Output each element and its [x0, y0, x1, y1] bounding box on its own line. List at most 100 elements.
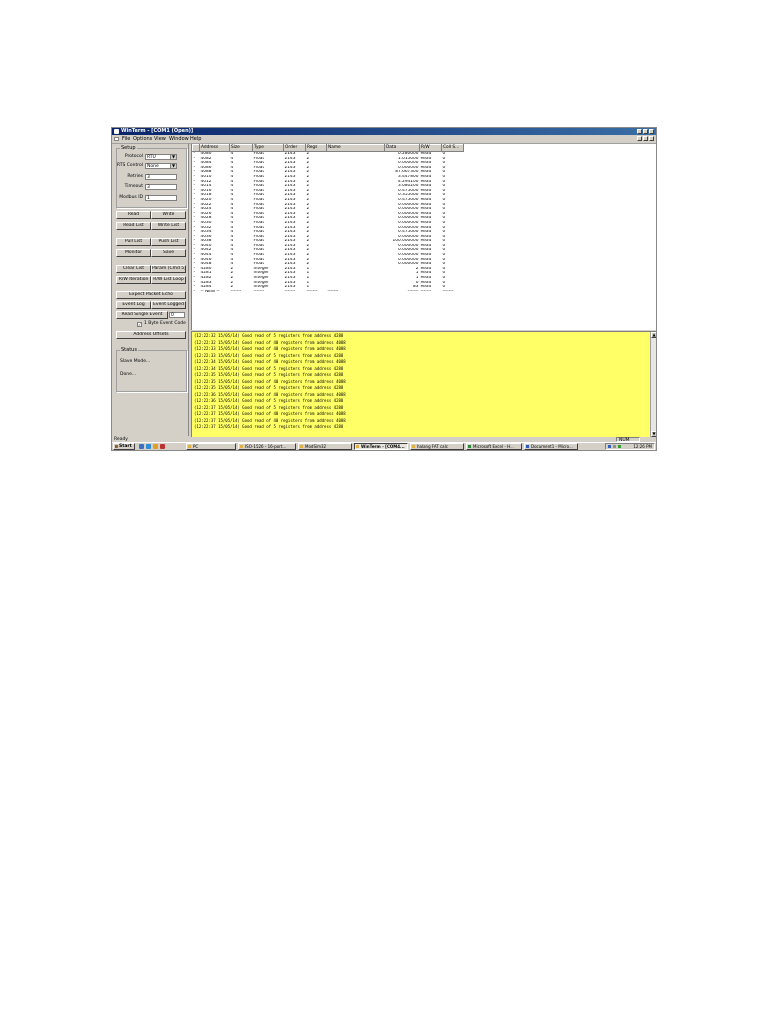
taskbar-item-modsim[interactable]: ModSim32 — [298, 443, 352, 450]
taskbar-item-excel[interactable]: Microsoft Excel - H... — [466, 443, 522, 450]
column-header-name[interactable]: Name — [326, 144, 385, 152]
retries-input[interactable]: 3 — [145, 174, 177, 180]
log-line: (12:22:37 15/05/14) Good read of 40 regi… — [194, 417, 346, 423]
column-header-order[interactable]: Order — [283, 144, 306, 152]
write-button[interactable]: Write — [151, 211, 186, 219]
app-icon — [356, 445, 359, 448]
taskbar-item-label: halang FAT calc — [417, 444, 448, 449]
menu-window[interactable]: Window — [169, 135, 189, 143]
protocol-label: Protocol — [124, 154, 143, 159]
internet-explorer-icon[interactable] — [146, 444, 151, 449]
modbus-id-input[interactable]: 1 — [145, 195, 177, 201]
cell-rw: ------- — [420, 289, 432, 294]
folder-icon[interactable] — [153, 444, 158, 449]
document-icon — [240, 445, 243, 448]
word-icon — [526, 445, 529, 448]
register-table: Address Size Type Order Regs Name Data R… — [192, 144, 464, 294]
log-line: (12:22:32 15/05/14) Good read of 40 regi… — [194, 339, 346, 345]
menu-options[interactable]: Options — [133, 135, 152, 143]
chevron-down-icon[interactable]: ▼ — [170, 155, 176, 159]
status-group: Status — [116, 347, 187, 392]
one-byte-event-checkbox[interactable]: ✓ — [137, 322, 142, 327]
clear-list-button[interactable]: Clear List — [116, 265, 151, 273]
log-line: (12:22:33 15/05/14) Good read of 5 regis… — [194, 352, 344, 358]
log-line: (12:22:36 15/05/14) Good read of 5 regis… — [194, 398, 344, 403]
status-line-done: Done... — [120, 372, 137, 377]
rw-list-loop-button[interactable]: R/W List Loop — [151, 276, 186, 284]
taskbar-item-winterm[interactable]: WinTerm - [COM4... — [354, 443, 408, 450]
read-button[interactable]: Read — [116, 211, 151, 219]
column-header-type[interactable]: Type — [252, 144, 284, 152]
menu-help[interactable]: Help — [190, 135, 201, 143]
event-logged-button[interactable]: Event Logged — [151, 301, 186, 309]
taskbar-item-word[interactable]: Document1 - Micro... — [524, 443, 578, 450]
taskbar-item-pc[interactable]: PC — [186, 443, 236, 450]
taskbar-item-iso[interactable]: ISO-1526 - 16-port... — [238, 443, 296, 450]
mdi-controls — [637, 136, 654, 141]
network-icon[interactable] — [608, 445, 611, 448]
mdi-close-button[interactable] — [649, 136, 654, 141]
document-icon[interactable] — [114, 137, 119, 141]
read-single-event-input[interactable]: 0 — [169, 312, 185, 318]
modbus-id-label: Modbus ID — [119, 195, 143, 200]
log-line: (12:22:34 15/05/14) Good read of 5 regis… — [194, 365, 344, 371]
pull-list-button[interactable]: Pull List — [116, 238, 151, 246]
read-single-event-button[interactable]: Read Single Event — [116, 311, 168, 319]
log-line: (12:22:33 15/05/14) Good read of 40 regi… — [194, 346, 346, 351]
column-header-coll-status[interactable]: Coll S... — [441, 144, 464, 152]
menu-file[interactable]: File — [122, 135, 130, 143]
event-log-button[interactable]: Event Log — [116, 301, 151, 309]
cell-marker: - — [193, 289, 196, 294]
read-list-button[interactable]: Read List — [116, 222, 151, 230]
taskbar-item-halang[interactable]: halang FAT calc — [410, 443, 464, 450]
taskbar-item-label: WinTerm - [COM4... — [361, 444, 405, 449]
address-offsets-button[interactable]: Address Offsets — [116, 331, 186, 339]
start-button[interactable]: Start — [113, 443, 135, 450]
column-header-regs[interactable]: Regs — [305, 144, 327, 152]
protocol-value: RTU — [147, 155, 156, 160]
write-list-button[interactable]: Write List — [151, 222, 186, 230]
table-row[interactable]: - -- NEW -- ------- ------- ------- ------- --… — [193, 290, 464, 295]
log-line: (12:22:37 15/05/14) Good read of 40 regi… — [194, 411, 346, 416]
show-desktop-icon[interactable] — [139, 444, 144, 449]
timeout-label: Timeout — [124, 184, 143, 189]
save-button[interactable]: Save — [151, 249, 186, 257]
column-header-marker[interactable] — [192, 144, 200, 152]
title-bar[interactable]: WinTerm - [COM1 (Open)] — [112, 128, 656, 135]
taskbar-item-label: ModSim32 — [305, 444, 327, 449]
mdi-restore-button[interactable] — [643, 136, 648, 141]
mdi-minimize-button[interactable] — [637, 136, 642, 141]
cell-data: ------- — [407, 289, 419, 294]
log-scrollbar[interactable]: ▲ ▼ — [650, 332, 656, 437]
table-header-row: Address Size Type Order Regs Name Data R… — [192, 144, 464, 152]
column-header-data[interactable]: Data — [384, 144, 420, 152]
monitor-button[interactable]: Monitor — [116, 249, 151, 257]
quick-launch-icon[interactable] — [160, 444, 165, 449]
column-header-rw[interactable]: R/W — [419, 144, 442, 152]
cell-address: -- NEW -- — [200, 289, 220, 294]
register-table-body: -4080 4 Float 2143 2 0.280000 Read 0-4082 4 Float… — [193, 152, 464, 295]
push-list-button[interactable]: Push List — [151, 238, 186, 246]
param-cmd-button[interactable]: Param (Cmd 5) — [151, 265, 186, 273]
rts-control-select[interactable]: None ▼ — [145, 163, 177, 169]
chevron-down-icon[interactable]: ▼ — [170, 164, 176, 168]
rw-iteration-button[interactable]: R/W Iteration — [116, 276, 151, 284]
windows-taskbar: Start PC ISO-1526 - 16-port... ModSim32 … — [112, 442, 656, 450]
taskbar-item-label: ISO-1526 - 16-port... — [245, 444, 287, 449]
close-button[interactable] — [649, 129, 654, 134]
column-header-address[interactable]: Address — [199, 144, 230, 152]
system-tray: 12:26 PM — [605, 443, 655, 450]
tray-app-icon[interactable] — [618, 445, 621, 448]
event-log-pane[interactable]: (12:22:32 15/05/14) Good read of 5 regis… — [191, 331, 656, 437]
scroll-up-icon[interactable]: ▲ — [651, 332, 656, 338]
menu-view[interactable]: View — [154, 135, 166, 143]
column-header-size[interactable]: Size — [229, 144, 253, 152]
timeout-input[interactable]: 3 — [145, 184, 177, 190]
log-line: (12:22:35 15/05/14) Good read of 5 regis… — [194, 372, 344, 377]
minimize-button[interactable] — [637, 129, 642, 134]
protocol-select[interactable]: RTU ▼ — [145, 154, 177, 160]
retries-label: Retries — [127, 174, 143, 179]
maximize-button[interactable] — [643, 129, 648, 134]
volume-icon[interactable] — [613, 445, 616, 448]
expect-packet-echo-button[interactable]: Expect Packet Echo — [116, 291, 186, 299]
